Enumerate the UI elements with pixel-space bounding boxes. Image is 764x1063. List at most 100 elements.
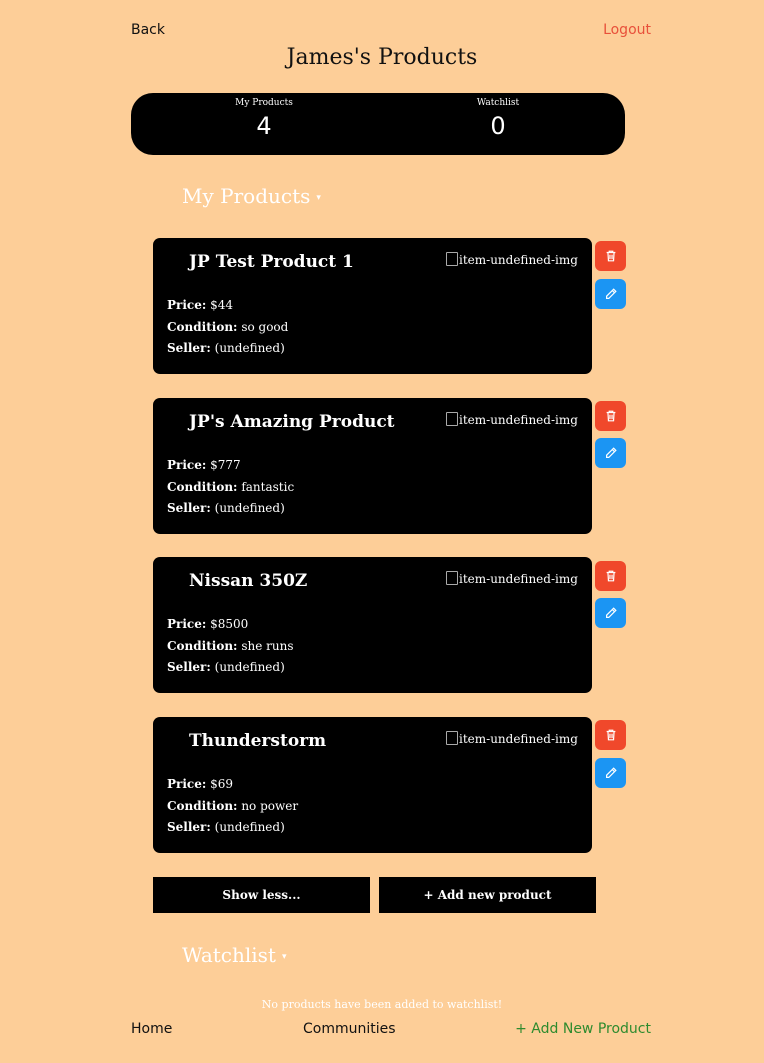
price-label: Price: — [167, 777, 207, 791]
price-value: $44 — [210, 298, 234, 312]
stat-watchlist: Watchlist 0 — [438, 97, 558, 140]
condition-row: Condition: fantastic — [167, 477, 294, 499]
seller-row: Seller: (undefined) — [167, 338, 288, 360]
product-card: JP's Amazing Product item-undefined-img … — [153, 398, 592, 534]
seller-row: Seller: (undefined) — [167, 657, 293, 679]
product-name: JP's Amazing Product — [189, 412, 395, 432]
product-details: Price: $777 Condition: fantastic Seller:… — [167, 455, 294, 520]
image-alt-text: item-undefined-img — [459, 253, 578, 267]
seller-row: Seller: (undefined) — [167, 817, 298, 839]
condition-label: Condition: — [167, 319, 238, 334]
communities-link[interactable]: Communities — [303, 1021, 396, 1037]
broken-image-icon — [446, 252, 458, 266]
price-label: Price: — [167, 458, 207, 472]
seller-row: Seller: (undefined) — [167, 498, 294, 520]
show-less-button[interactable]: Show less... — [153, 877, 370, 913]
condition-label: Condition: — [167, 798, 238, 813]
product-name: Thunderstorm — [189, 731, 327, 751]
product-card: Thunderstorm item-undefined-img Price: $… — [153, 717, 592, 853]
product-name: Nissan 350Z — [189, 571, 308, 591]
stat-value: 4 — [256, 112, 272, 140]
my-products-toggle[interactable]: My Products ▾ — [182, 184, 321, 208]
pencil-icon — [605, 288, 617, 299]
edit-button[interactable] — [595, 758, 626, 788]
caret-down-icon: ▾ — [281, 951, 287, 962]
watchlist-empty-message: No products have been added to watchlist… — [261, 998, 503, 1011]
condition-row: Condition: no power — [167, 796, 298, 818]
condition-row: Condition: she runs — [167, 636, 293, 658]
stat-value: 0 — [490, 112, 506, 140]
product-details: Price: $69 Condition: no power Seller: (… — [167, 774, 298, 839]
pencil-icon — [605, 607, 617, 618]
product-details: Price: $44 Condition: so good Seller: (u… — [167, 295, 288, 360]
product-image: item-undefined-img — [446, 571, 578, 586]
product-image: item-undefined-img — [446, 731, 578, 746]
delete-button[interactable] — [595, 401, 626, 431]
home-link[interactable]: Home — [131, 1021, 172, 1037]
watchlist-toggle[interactable]: Watchlist ▾ — [182, 943, 287, 967]
product-card: Nissan 350Z item-undefined-img Price: $8… — [153, 557, 592, 693]
seller-value: (undefined) — [214, 660, 285, 674]
section-title: My Products — [182, 184, 311, 208]
product-card: JP Test Product 1 item-undefined-img Pri… — [153, 238, 592, 374]
condition-value: she runs — [241, 638, 294, 653]
stat-label: My Products — [235, 98, 293, 108]
bottom-nav: Home Communities + Add New Product — [131, 1021, 651, 1041]
seller-label: Seller: — [167, 820, 211, 834]
add-new-product-link[interactable]: + Add New Product — [515, 1021, 651, 1037]
seller-value: (undefined) — [214, 820, 285, 834]
add-new-product-button[interactable]: + Add new product — [379, 877, 596, 913]
seller-label: Seller: — [167, 341, 211, 355]
condition-label: Condition: — [167, 479, 238, 494]
product-name: JP Test Product 1 — [189, 252, 354, 272]
caret-down-icon: ▾ — [316, 192, 321, 203]
image-alt-text: item-undefined-img — [459, 572, 578, 586]
stat-my-products: My Products 4 — [204, 97, 324, 140]
stat-label: Watchlist — [476, 98, 520, 108]
broken-image-icon — [446, 412, 458, 426]
trash-icon — [606, 410, 615, 422]
delete-button[interactable] — [595, 561, 626, 591]
edit-button[interactable] — [595, 279, 626, 309]
product-image: item-undefined-img — [446, 412, 578, 427]
seller-value: (undefined) — [214, 501, 285, 515]
edit-button[interactable] — [595, 438, 626, 468]
top-nav: Back Logout — [131, 22, 651, 42]
condition-label: Condition: — [167, 638, 238, 653]
price-value: $8500 — [210, 617, 249, 631]
trash-icon — [606, 250, 615, 262]
back-link[interactable]: Back — [131, 22, 165, 38]
pencil-icon — [605, 767, 617, 778]
price-value: $777 — [210, 458, 241, 472]
price-row: Price: $69 — [167, 774, 298, 796]
seller-label: Seller: — [167, 501, 211, 515]
trash-icon — [606, 729, 615, 741]
logout-link[interactable]: Logout — [603, 22, 651, 38]
seller-label: Seller: — [167, 660, 211, 674]
price-row: Price: $777 — [167, 455, 294, 477]
trash-icon — [606, 570, 615, 582]
delete-button[interactable] — [595, 241, 626, 271]
stats-bar: My Products 4 Watchlist 0 — [131, 93, 625, 155]
condition-value: fantastic — [241, 479, 295, 494]
seller-value: (undefined) — [214, 341, 285, 355]
pencil-icon — [605, 447, 617, 458]
price-value: $69 — [210, 777, 234, 791]
image-alt-text: item-undefined-img — [459, 413, 578, 427]
price-label: Price: — [167, 617, 207, 631]
section-title: Watchlist — [182, 943, 276, 967]
delete-button[interactable] — [595, 720, 626, 750]
price-label: Price: — [167, 298, 207, 312]
price-row: Price: $44 — [167, 295, 288, 317]
condition-row: Condition: so good — [167, 317, 288, 339]
condition-value: no power — [241, 798, 299, 813]
product-image: item-undefined-img — [446, 252, 578, 267]
price-row: Price: $8500 — [167, 614, 293, 636]
edit-button[interactable] — [595, 598, 626, 628]
broken-image-icon — [446, 571, 458, 585]
broken-image-icon — [446, 731, 458, 745]
condition-value: so good — [241, 319, 289, 334]
image-alt-text: item-undefined-img — [459, 732, 578, 746]
product-details: Price: $8500 Condition: she runs Seller:… — [167, 614, 293, 679]
page-title: James's Products — [286, 45, 478, 70]
